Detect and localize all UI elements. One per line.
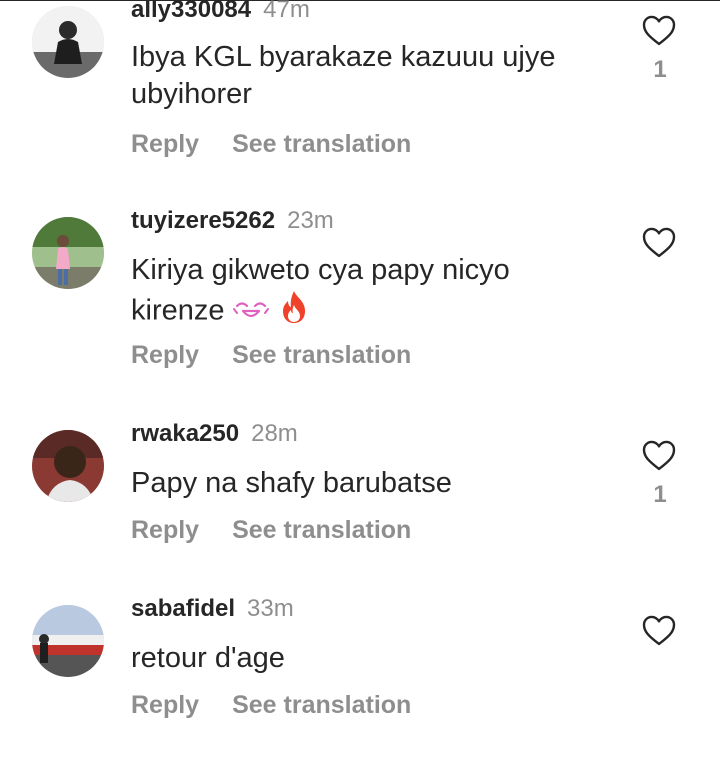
see-translation-button[interactable]: See translation [232, 691, 411, 719]
comment-actions: Reply See translation [131, 691, 411, 720]
comment-meta: ally330084 47m [131, 0, 310, 24]
comment-item: sabafidel 33m retour d'age Reply See trans… [0, 583, 720, 758]
timestamp: 23m [287, 207, 334, 234]
like-count: 1 [653, 481, 667, 508]
reply-button[interactable]: Reply [131, 691, 199, 719]
reply-button[interactable]: Reply [131, 516, 199, 544]
comment-item: rwaka250 28m Papy na shafy barubatse Repl… [0, 408, 720, 583]
heart-outline-icon[interactable] [641, 438, 677, 472]
avatar[interactable] [32, 605, 104, 677]
comment-item: tuyizere5262 23m Kiriya gikweto cya papy … [0, 195, 720, 370]
comment-item: ally330084 47m Ibya KGL byarakaze kazuuu … [0, 0, 720, 158]
heart-outline-icon[interactable] [641, 225, 677, 259]
comment-actions: Reply See translation [131, 130, 411, 159]
comment-meta: rwaka250 28m [131, 420, 298, 448]
laughing-face-emoji [232, 294, 269, 331]
comment-actions: Reply See translation [131, 516, 411, 545]
comment-text: Ibya KGL byarakaze kazuuu ujye ubyihorer [131, 41, 556, 110]
see-translation-button[interactable]: See translation [232, 130, 411, 158]
avatar[interactable] [32, 217, 104, 289]
username[interactable]: sabafidel [131, 595, 235, 622]
see-translation-button[interactable]: See translation [232, 516, 411, 544]
comment-text: Papy na shafy barubatse [131, 467, 452, 499]
fire-emoji [277, 289, 311, 335]
comment-actions: Reply See translation [131, 341, 411, 370]
reply-button[interactable]: Reply [131, 341, 199, 369]
username[interactable]: ally330084 [131, 0, 251, 23]
reply-button[interactable]: Reply [131, 130, 199, 158]
avatar[interactable] [32, 6, 104, 78]
comment-meta: sabafidel 33m [131, 595, 294, 623]
timestamp: 33m [247, 595, 294, 622]
avatar[interactable] [32, 430, 104, 502]
comment-text: Kiriya gikweto cya papy nicyo kirenze [131, 252, 611, 335]
timestamp: 28m [251, 420, 298, 447]
heart-outline-icon[interactable] [641, 13, 677, 47]
see-translation-button[interactable]: See translation [232, 341, 411, 369]
comment-meta: tuyizere5262 23m [131, 207, 334, 235]
like-count: 1 [653, 56, 667, 83]
heart-outline-icon[interactable] [641, 613, 677, 647]
username[interactable]: rwaka250 [131, 420, 239, 447]
comment-text: retour d'age [131, 642, 285, 674]
timestamp: 47m [263, 0, 310, 23]
comment-text-body: Kiriya gikweto cya papy nicyo kirenze [131, 254, 510, 327]
username[interactable]: tuyizere5262 [131, 207, 275, 234]
